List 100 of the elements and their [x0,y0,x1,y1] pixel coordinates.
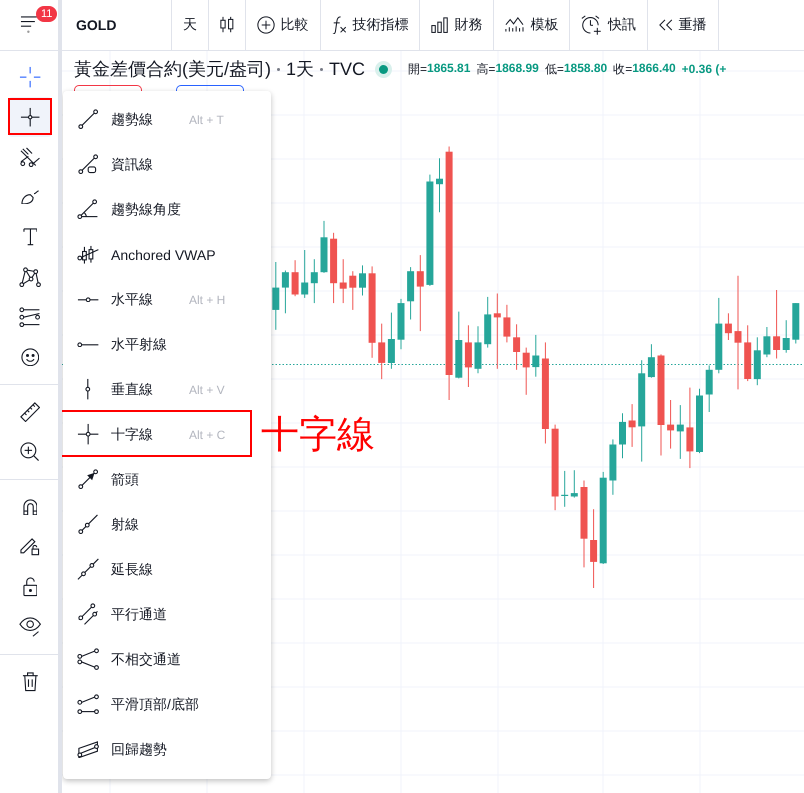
candle [378,323,386,380]
alarm-clock-icon [581,14,602,36]
candle [310,258,318,304]
pencil-lock-icon [20,538,40,556]
trend-angle-icon [77,199,99,220]
candle [503,304,510,343]
candle [398,298,404,350]
candle [436,158,443,213]
menu-item[interactable]: 水平射線 [63,322,271,367]
candle [628,404,636,448]
candle [522,347,530,396]
shortcut-hint: Alt + T [189,112,224,126]
menu-item[interactable]: 趨勢線角度 [63,187,271,232]
candle [696,388,703,454]
candle [744,324,752,382]
menu-item[interactable]: 箭頭 [63,457,271,502]
notification-badge: 11 [36,6,58,22]
candle [330,232,338,304]
disjoint-channel-icon [76,648,100,671]
candle [792,302,800,344]
candle [407,266,414,320]
candle [484,296,492,348]
candle [388,312,395,370]
candle [609,438,616,496]
ohlc-value: 開=1865.81 [408,60,470,78]
candle [667,400,674,450]
trend-line-icon [78,109,98,130]
smiley-icon [20,348,40,366]
candle [464,324,472,388]
cross-line-icon [76,423,100,446]
candle [320,220,328,274]
info-line-icon [78,154,98,175]
zoom-in-icon [20,442,40,462]
ohlc-value: 收=1866.40 [613,60,676,78]
candle [455,311,462,379]
shortcut-hint: Alt + V [189,382,225,396]
projection-icon [19,306,41,328]
brush-icon [20,190,40,204]
text-icon [22,228,38,246]
bar-chart-icon [431,16,448,34]
candle [301,250,308,298]
eye-icon [18,616,42,638]
menu-item[interactable]: 回歸趨勢 [63,727,271,772]
candle [532,334,540,378]
menu-item[interactable]: 資訊線 [63,142,271,187]
regression-trend-icon [76,740,100,758]
candle [724,312,732,340]
candle [292,260,299,297]
candle [754,336,761,386]
separator-dot [277,68,280,70]
shortcut-hint: Alt + H [189,292,226,306]
separator-dot [320,68,324,70]
menu-item[interactable]: 垂直線 Alt + V [63,367,271,412]
plus-circle-icon [256,16,275,34]
symbol-title: 黃金差價合約(美元/盎司) [74,58,271,81]
ruler-icon [20,402,40,422]
parallel-channel-icon [78,603,98,626]
menu-icon[interactable] [20,16,38,34]
candle [570,470,578,498]
candle [648,344,655,378]
candle [706,364,713,412]
menu-item[interactable]: 趨勢線 Alt + T [63,97,271,142]
menu-item[interactable]: 平滑頂部/底部 [63,682,271,727]
menu-item[interactable]: 延長線 [63,547,271,592]
shortcut-hint: Alt + C [189,428,226,442]
function-icon [332,16,346,34]
candles-icon [220,16,234,34]
arrow-icon [78,469,98,490]
horizontal-ray-icon [76,342,100,348]
candle [272,262,280,330]
candle [474,326,482,374]
candle [282,270,289,314]
candle [763,326,770,358]
source-label: TVC [329,58,366,80]
trash-icon [22,672,38,692]
menu-item[interactable]: 不相交通道 [63,637,271,682]
interval-label: 1天 [286,58,314,81]
candle [782,320,790,354]
candle [513,324,520,370]
candle [340,258,347,304]
candle [349,270,356,310]
padlock-icon [22,577,38,597]
horizontal-line-icon [76,296,100,302]
vertical-line-icon [85,378,91,401]
rewind-icon [658,19,673,31]
menu-item[interactable]: Anchored VWAP [63,232,271,277]
menu-item[interactable]: 水平線 Alt + H [63,277,271,322]
ohlc-value: 高=1868.99 [476,60,539,78]
candle [561,470,568,508]
template-icon [505,17,524,33]
market-status-dot [379,64,388,74]
menu-item[interactable]: 射線 [63,502,271,547]
candle [619,412,626,459]
pitchfork-icon [20,146,40,168]
callout-label: 十字線 [261,413,375,458]
candle [359,264,366,296]
extended-line-icon [76,558,100,581]
crosshair-icon [20,106,40,128]
flat-top-bottom-icon [76,694,100,715]
menu-item[interactable]: 平行通道 [63,592,271,637]
